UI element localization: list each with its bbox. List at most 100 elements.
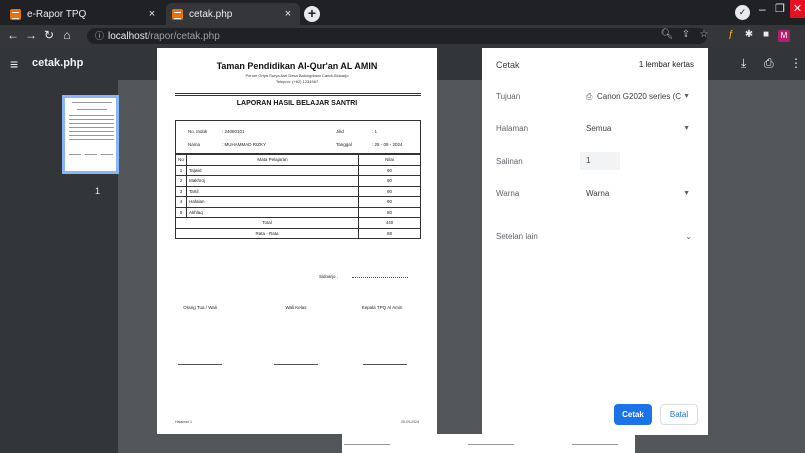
no-induk-label: No. Induk [188, 129, 208, 134]
cancel-button[interactable]: Batal [660, 404, 698, 425]
side-panel-icon[interactable]: ■ [759, 29, 773, 40]
minimize-icon[interactable]: – [759, 2, 766, 16]
reload-icon[interactable]: ↻ [42, 28, 56, 42]
destination-value: Canon G2020 series (C [597, 92, 682, 101]
color-label: Warna [496, 189, 520, 198]
row-no: 1 [175, 164, 187, 176]
more-options-icon[interactable]: ⋮ [790, 56, 802, 70]
table-header-row: No Mata Pelajaran Nilai [175, 154, 421, 166]
print-button[interactable]: Cetak [614, 404, 652, 425]
average-value: 88 [358, 227, 421, 239]
header-divider [175, 93, 421, 94]
next-page-edge [342, 434, 635, 453]
date-dotted-line [352, 277, 408, 278]
tab-cetak[interactable]: cetak.php × [166, 3, 300, 25]
printer-icon: ⎙ [586, 92, 593, 101]
no-induk-value: : 24080101 [222, 129, 245, 134]
print-icon[interactable]: ⎙ [764, 56, 774, 71]
total-row: Total 440 [175, 217, 421, 229]
new-tab-button[interactable]: + [304, 6, 320, 22]
color-value: Warna [586, 189, 610, 198]
row-no: 3 [175, 185, 187, 197]
thumbnail-sidebar: 1 [0, 80, 119, 453]
school-address: Perum Griya Surya Asri Desa Balongdowo C… [245, 73, 349, 78]
tab-search-icon[interactable]: ✓ [735, 5, 750, 20]
zoom-icon[interactable]: 🔍︎ [660, 29, 674, 40]
close-tab-icon[interactable]: × [282, 8, 294, 20]
total-label: Total [175, 217, 359, 229]
copies-label: Salinan [496, 157, 523, 166]
student-info-box: No. Induk : 24080101 Nama : MUHAMMAD RIZ… [175, 120, 421, 154]
address-bar[interactable]: ⓘ localhost/rapor/cetak.php [87, 28, 707, 44]
back-icon[interactable]: ← [6, 28, 20, 42]
place-label: Sidoarjo , [319, 274, 339, 279]
signature-line [363, 364, 407, 365]
tab-e-rapor[interactable]: e-Rapor TPQ × [4, 3, 164, 25]
row-subject: Tajwid [186, 164, 359, 176]
grades-table: No Mata Pelajaran Nilai 1 Tajwid 90 2 Ma… [175, 154, 421, 239]
row-subject: Tartil [186, 185, 359, 197]
color-select[interactable]: Warna ▼ [580, 185, 696, 203]
page-thumbnail[interactable] [62, 95, 119, 174]
col-header-no: No [175, 154, 187, 166]
browser-toolbar: ← → ↻ ⌂ ⓘ localhost/rapor/cetak.php 🔍︎ ⇪ … [0, 25, 805, 47]
extension-f-icon[interactable]: ƒ [724, 29, 738, 40]
row-score: 90 [358, 164, 421, 176]
nama-value: : MUHAMMAD RIZKY [222, 142, 267, 147]
more-settings-toggle[interactable]: Setelan lain [496, 232, 538, 241]
signature-line [178, 364, 222, 365]
school-phone: Telepon: (+62) 1234567 [275, 79, 319, 84]
jilid-label: Jilid [336, 129, 344, 134]
table-row: 5 Akhlaq 80 [175, 206, 421, 218]
row-subject: Makhroj [186, 175, 359, 187]
menu-icon[interactable]: ≡ [10, 56, 18, 72]
profile-avatar-icon[interactable]: M [778, 30, 790, 42]
row-score: 90 [358, 196, 421, 208]
row-no: 5 [175, 206, 187, 218]
signature-head: Kepala TPQ Al Amin [361, 305, 403, 310]
tanggal-value: : 25 - 09 - 2024 [372, 142, 403, 147]
total-value: 440 [358, 217, 421, 229]
forward-icon[interactable]: → [24, 28, 38, 42]
close-tab-icon[interactable]: × [146, 8, 158, 20]
bookmark-star-icon[interactable]: ☆ [697, 29, 711, 40]
table-row: 4 Hafalan 90 [175, 196, 421, 208]
home-icon[interactable]: ⌂ [60, 28, 74, 42]
chevron-down-icon[interactable]: ⌄ [685, 232, 692, 241]
restore-icon[interactable]: ❐ [775, 2, 785, 15]
jilid-value: : 1 [372, 129, 378, 134]
tanggal-label: Tanggal [336, 142, 352, 147]
row-score: 90 [358, 185, 421, 197]
print-settings-panel: Cetak 1 lembar kertas Tujuan ⎙ Canon G202… [482, 48, 708, 435]
extensions-puzzle-icon[interactable]: ✱ [742, 29, 756, 40]
close-window-icon[interactable]: ✕ [790, 0, 805, 18]
tab-title: e-Rapor TPQ [27, 8, 87, 20]
tab-title: cetak.php [189, 8, 233, 20]
table-row: 3 Tartil 90 [175, 185, 421, 197]
url-path: /rapor/cetak.php [147, 31, 220, 42]
share-icon[interactable]: ⇪ [679, 29, 693, 40]
row-score: 80 [358, 206, 421, 218]
chevron-down-icon: ▼ [683, 190, 690, 197]
document-page: Taman Pendidikan Al-Qur'an AL AMIN Perum… [157, 48, 437, 434]
thumbnail-page-number: 1 [95, 186, 101, 196]
header-divider [175, 95, 421, 96]
row-no: 4 [175, 196, 187, 208]
signature-line [274, 364, 318, 365]
signature-parent: Orang Tua / Wali [183, 305, 217, 310]
site-info-icon[interactable]: ⓘ [95, 31, 104, 41]
nama-label: Nama [188, 142, 201, 147]
chevron-down-icon: ▼ [683, 93, 690, 100]
sheet-count: 1 lembar kertas [638, 60, 694, 69]
copies-input[interactable]: 1 [580, 152, 620, 170]
destination-select[interactable]: ⎙ Canon G2020 series (C ▼ [580, 88, 696, 106]
page-footer-left: Halaman 1 [175, 420, 192, 424]
download-icon[interactable]: ⤓ [741, 56, 746, 71]
col-header-subject: Mata Pelajaran [186, 154, 359, 166]
average-row: Rata - Rata 88 [175, 227, 421, 239]
row-score: 90 [358, 175, 421, 187]
pages-select[interactable]: Semua ▼ [580, 120, 696, 138]
page-footer-right: 25-09-2024 [401, 420, 419, 424]
tab-strip: e-Rapor TPQ × cetak.php × + ✓ – ❐ ✕ [0, 0, 805, 25]
url-host: localhost [108, 31, 148, 42]
